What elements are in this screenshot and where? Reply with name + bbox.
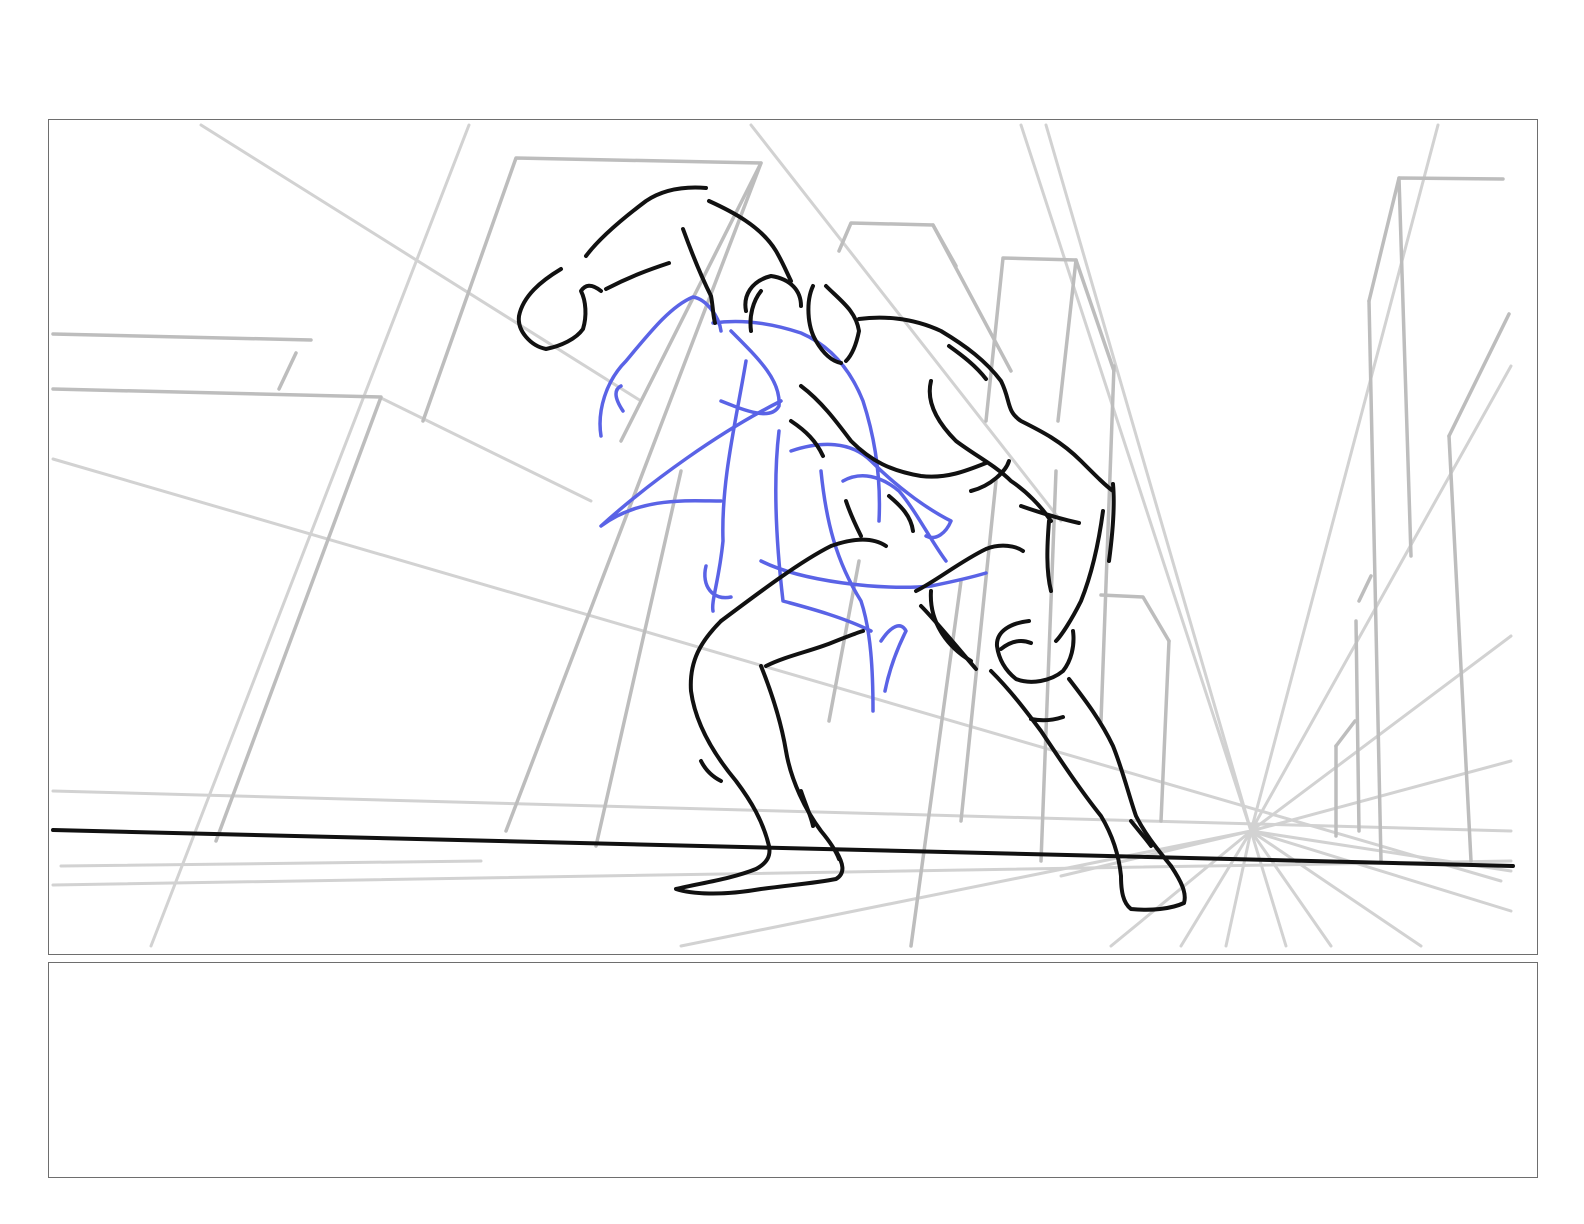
burst-line xyxy=(1179,829,1253,948)
notes-text[interactable] xyxy=(63,975,1523,1165)
ground-line xyxy=(51,828,1515,868)
rough-stroke xyxy=(759,559,988,589)
building-outline xyxy=(594,469,683,848)
building-outline xyxy=(1367,176,1505,303)
rough-stroke xyxy=(710,359,748,613)
figure-stroke xyxy=(604,261,671,291)
drawing-panel xyxy=(48,119,1538,955)
guide-line xyxy=(199,123,643,403)
guide-line xyxy=(51,789,1513,833)
final-figure-lineart xyxy=(516,185,1187,912)
building-outline xyxy=(959,479,998,823)
figure-stroke xyxy=(764,629,865,668)
building-outline xyxy=(1159,639,1171,823)
figure-stroke xyxy=(516,267,603,351)
figure-stroke xyxy=(927,379,1053,523)
building-outline xyxy=(931,223,958,268)
figure-stroke xyxy=(748,289,763,333)
building-outline xyxy=(1447,312,1511,438)
notes-panel[interactable] xyxy=(48,962,1538,1178)
guide-line xyxy=(1044,123,1253,833)
sketch-canvas xyxy=(51,123,1515,948)
storyboard-page xyxy=(0,0,1584,1224)
guide-line xyxy=(149,123,471,948)
building-outline xyxy=(51,332,313,342)
figure-stroke xyxy=(759,664,841,861)
building-outline xyxy=(277,351,298,391)
building-outline xyxy=(1334,719,1357,748)
burst-line xyxy=(1249,364,1513,833)
rough-stroke xyxy=(879,624,908,693)
guide-line xyxy=(379,396,593,503)
building-outline xyxy=(1447,434,1473,863)
burst-line xyxy=(1249,829,1423,948)
figure-stroke xyxy=(1054,509,1105,643)
building-outline xyxy=(1354,619,1361,833)
guide-line xyxy=(59,859,483,868)
figure-stroke xyxy=(824,284,861,363)
rough-stroke xyxy=(841,474,948,563)
figure-stroke xyxy=(699,759,723,783)
rough-figure-sketch xyxy=(598,295,988,713)
building-outline xyxy=(1367,299,1383,863)
perspective-guides xyxy=(51,123,1513,948)
figure-stroke xyxy=(719,537,888,623)
building-outline xyxy=(1357,574,1373,603)
building-outlines xyxy=(51,156,1511,948)
figure-stroke xyxy=(1067,677,1173,868)
figure-stroke xyxy=(1045,519,1053,593)
burst-line xyxy=(1249,829,1333,948)
building-outline xyxy=(1056,258,1078,423)
figure-stroke xyxy=(799,384,988,479)
figure-stroke xyxy=(674,619,845,896)
figure-stroke xyxy=(887,494,915,533)
figure-stroke xyxy=(995,619,1076,684)
figure-stroke xyxy=(999,639,1033,651)
figure-stroke xyxy=(844,499,863,538)
burst-line xyxy=(1249,829,1288,948)
guide-line xyxy=(749,123,1063,523)
figure-stroke xyxy=(799,789,815,828)
building-outline xyxy=(1099,593,1171,643)
rough-stroke xyxy=(719,329,781,416)
